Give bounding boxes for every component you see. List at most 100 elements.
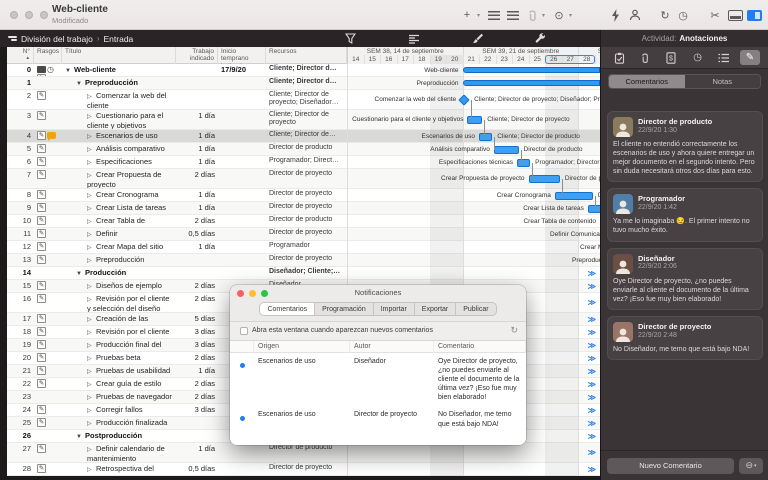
table-row[interactable]: 27 ✎ ▷ Definir calendario de mantenimiento 1… [7, 443, 600, 463]
disclosure-triangle[interactable]: ▷ [87, 284, 96, 291]
refresh-icon[interactable]: ↻ [510, 325, 518, 336]
paperclip-button[interactable] [635, 50, 655, 65]
table-row[interactable]: 2 ✎ ▷ Comenzar la web del cliente Cliente; D… [7, 90, 600, 110]
table-row[interactable]: 13 ✎ ▷Preproducción finalizada Director de … [7, 254, 600, 267]
new-comment-button[interactable]: Nuevo Comentario [607, 457, 734, 474]
dialog-tab-publicar[interactable]: Publicar [456, 303, 495, 315]
disclosure-triangle[interactable]: ▷ [87, 408, 96, 415]
disclosure-triangle[interactable]: ▷ [87, 245, 96, 252]
activity-value[interactable]: Anotaciones [679, 34, 727, 43]
dialog-close-button[interactable] [237, 290, 244, 297]
table-row[interactable]: 8 ✎ ▷ Crear Cronograma 1 día Director de proy… [7, 189, 600, 202]
disclosure-triangle[interactable]: ▷ [87, 206, 96, 213]
column-header-start[interactable]: Inicio temprano indicado [218, 47, 266, 64]
table-row[interactable]: 4 ✎ ▷ Escenarios de uso 1 día Cliente; Direct… [7, 130, 600, 143]
disclosure-triangle[interactable]: ▷ [87, 356, 96, 363]
disclosure-triangle[interactable]: ▷ [87, 258, 96, 265]
disclosure-triangle[interactable]: ▼ [76, 434, 85, 441]
tab-comentarios[interactable]: Comentarios [609, 75, 685, 88]
disclosure-triangle[interactable]: ▷ [87, 382, 96, 389]
minimize-window-button[interactable] [25, 11, 33, 19]
disclosure-triangle[interactable]: ▷ [87, 219, 96, 226]
add-menu-chevron[interactable]: ▾ [475, 5, 482, 25]
disclosure-triangle[interactable]: ▷ [87, 232, 96, 239]
table-row[interactable]: 9 ✎ ▷ Crear Lista de tareas 1 día Director de… [7, 202, 600, 215]
disclosure-triangle[interactable]: ▷ [87, 160, 96, 167]
close-window-button[interactable] [10, 11, 18, 19]
dialog-tab-programación[interactable]: Programación [315, 303, 374, 315]
table-row[interactable]: 5 ✎ ▷ Análisis comparativo 1 día Director de … [7, 143, 600, 156]
comment-card[interactable]: Director de producto 22/9/20 1:30 El clien… [607, 111, 763, 183]
disclosure-triangle[interactable]: ▷ [87, 114, 96, 121]
disclosure-triangle[interactable]: ▷ [87, 147, 96, 154]
column-header-resources[interactable]: Recursos [266, 47, 347, 64]
dialog-tab-exportar[interactable]: Exportar [415, 303, 457, 315]
disclosure-triangle[interactable]: ▼ [76, 271, 85, 278]
attach-menu-chevron[interactable]: ▾ [540, 5, 547, 25]
column-header-autor[interactable]: Autor [350, 341, 434, 353]
attach-button[interactable] [525, 5, 539, 25]
table-row[interactable]: 10 ✎ ▷Crear Tabla de contenido 2 días Direct… [7, 215, 600, 228]
zoom-window-button[interactable] [40, 11, 48, 19]
table-row[interactable]: 11 ✎ ▷Definir Comunicaciones 0,5 días Direct… [7, 228, 600, 241]
sync-button[interactable]: ↻ [658, 5, 672, 25]
breadcrumb-section[interactable]: Entrada [104, 34, 134, 44]
dialog-zoom-button[interactable] [261, 290, 268, 297]
table-row[interactable]: 3 ✎ ▷ Cuestionario para el cliente y objeti… [7, 110, 600, 130]
disclosure-triangle[interactable]: ▷ [87, 330, 96, 337]
disclosure-triangle[interactable]: ▷ [87, 447, 96, 454]
gantt-day-header[interactable]: 16 [381, 55, 398, 64]
settings-wrench-button[interactable] [535, 33, 546, 44]
dialog-tab-importar[interactable]: Importar [374, 303, 415, 315]
dialog-tab-comentarios[interactable]: Comentarios [260, 303, 316, 315]
table-row[interactable]: 12 ✎ ▷ Crear Mapa del sitio 1 día Programador [7, 241, 600, 254]
list-button[interactable] [714, 50, 734, 65]
contact-button[interactable] [628, 5, 642, 25]
table-row[interactable]: 6 ✎ ▷Especificaciones técnicas 1 día Program… [7, 156, 600, 169]
disclosure-triangle[interactable]: ▷ [87, 369, 96, 376]
column-header-num[interactable]: N° ▲ [7, 47, 34, 64]
comment-card[interactable]: Director de proyecto 22/9/20 2:48 No Diseñ… [607, 315, 763, 360]
format-brush-button[interactable] [472, 33, 483, 44]
gantt-day-header[interactable]: 24 [513, 55, 530, 64]
add-button[interactable]: + [460, 5, 474, 25]
column-header-origen[interactable]: Origen [254, 341, 350, 353]
more-button[interactable]: ⊙ [552, 5, 566, 25]
disclosure-triangle[interactable]: ▷ [87, 421, 96, 428]
history-button[interactable]: ◷ [676, 5, 690, 25]
filter-button[interactable] [345, 33, 356, 44]
indent[interactable] [487, 5, 501, 25]
gantt-day-header[interactable]: 17 [398, 55, 414, 64]
gantt-timescale[interactable]: SEM 38, 14 de septiembre SEM 39, 21 de se… [347, 47, 600, 64]
gantt-day-header[interactable]: 18 [414, 55, 431, 64]
disclosure-triangle[interactable]: ▷ [87, 317, 96, 324]
disclosure-triangle[interactable]: ▷ [87, 134, 96, 141]
breadcrumb[interactable]: División del trabajo › Entrada [8, 34, 133, 44]
dialog-minimize-button[interactable] [249, 290, 256, 297]
table-row[interactable]: 14 ▼ Producción Diseñador; Cliente;… [7, 267, 600, 280]
table-row[interactable]: 1 ▼ Preproducción Cliente; Director d… [7, 77, 600, 90]
gantt-day-header[interactable]: 21 [464, 55, 480, 64]
cut-button[interactable]: ✂ [708, 5, 722, 25]
remove-comment-button[interactable]: ⊖ ▾ [739, 457, 763, 474]
column-header-work[interactable]: Trabajo indicado [176, 47, 218, 64]
disclosure-triangle[interactable]: ▼ [65, 68, 74, 75]
cost-document-button[interactable]: $ [661, 50, 681, 65]
gantt-day-header[interactable]: 19 [430, 55, 447, 64]
layout-right-button[interactable] [747, 5, 762, 25]
table-row[interactable]: 7 ✎ ▷ Crear Propuesta de proyecto 2 días Dire… [7, 169, 600, 189]
disclosure-triangle[interactable]: ▼ [76, 81, 85, 88]
column-header-comentario[interactable]: Comentario [434, 341, 526, 353]
gantt-day-header[interactable]: 25 [530, 55, 546, 64]
disclosure-triangle[interactable]: ▷ [87, 94, 96, 101]
gantt-day-header[interactable]: 20 [447, 55, 464, 64]
gantt-day-header[interactable]: 22 [480, 55, 497, 64]
column-header-rasgos[interactable]: Rasgos [34, 47, 62, 64]
pencil-button[interactable]: ✎ [739, 50, 760, 65]
disclosure-triangle[interactable]: ▷ [87, 173, 96, 180]
more-menu-chevron[interactable]: ▾ [567, 5, 574, 25]
layout-bottom-button[interactable] [728, 5, 743, 25]
view-options-button[interactable] [408, 34, 420, 44]
disclosure-triangle[interactable]: ▷ [87, 193, 96, 200]
outdent[interactable] [506, 5, 520, 25]
